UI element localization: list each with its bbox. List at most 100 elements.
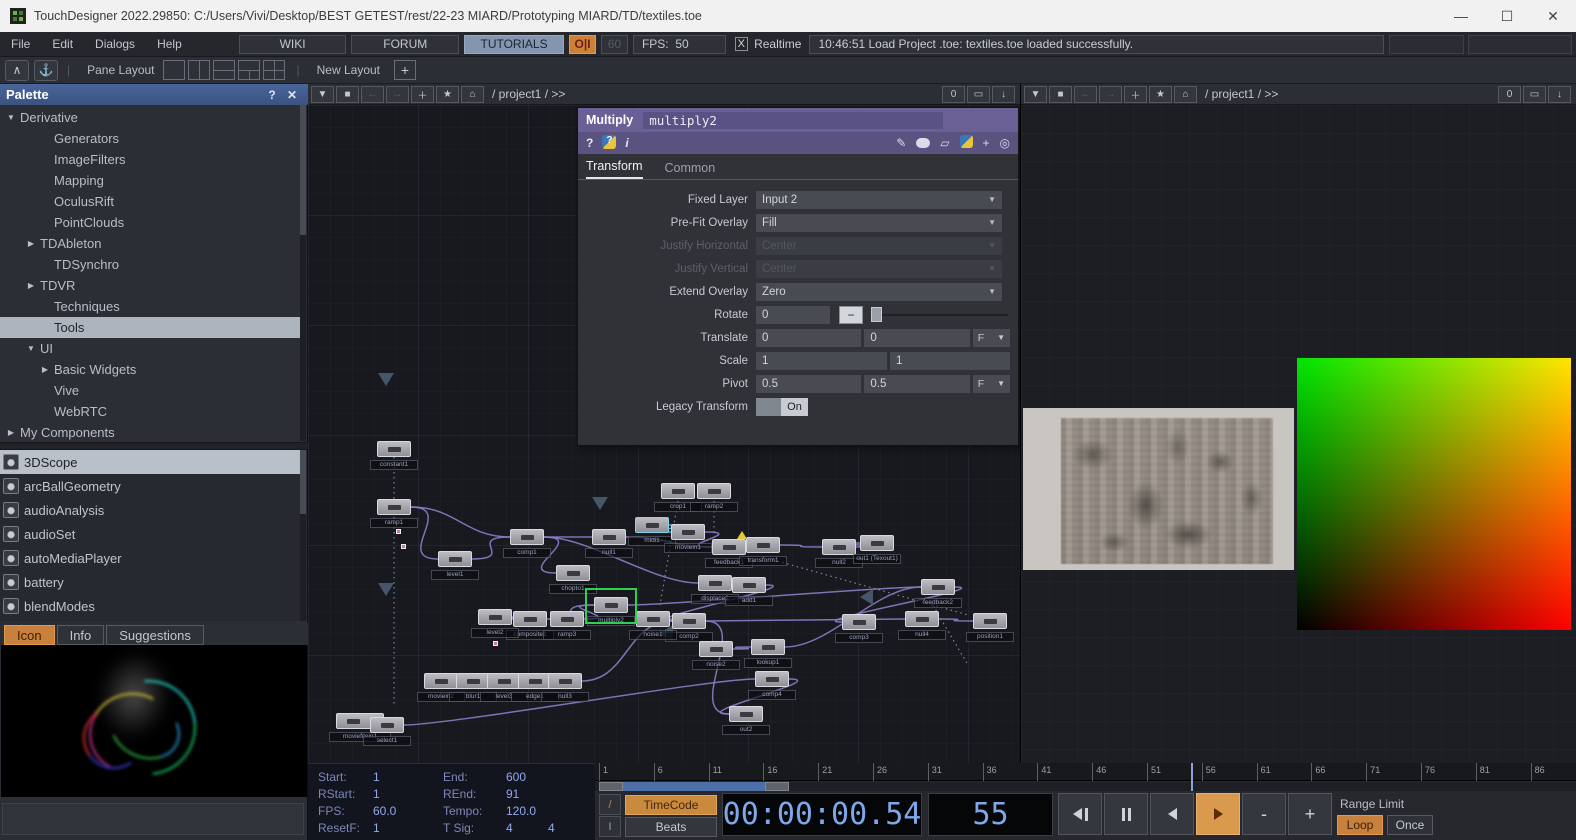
tree-item-my-components[interactable]: ▶My Components	[0, 422, 300, 441]
timecode-mode-button[interactable]: TimeCode	[625, 795, 717, 815]
component-item-battery[interactable]: battery	[0, 570, 300, 594]
menu-dialogs[interactable]: Dialogs	[84, 37, 146, 51]
skip-start-button[interactable]	[1058, 793, 1102, 835]
node-chopto1[interactable]: chopto1	[556, 565, 590, 581]
pane-maximize-icon[interactable]: ▭	[967, 86, 990, 103]
node-comp3[interactable]: comp3	[842, 614, 876, 630]
node-noise1[interactable]: noise1	[636, 611, 670, 627]
node-noise2[interactable]: noise2	[699, 641, 733, 657]
texture-viewer[interactable]	[1023, 408, 1294, 570]
pane-maximize-icon[interactable]: ▭	[1523, 86, 1546, 103]
add-icon[interactable]: ＋	[1124, 86, 1147, 103]
parameter-dialog-titlebar[interactable]: Multiply multiply2	[578, 108, 1018, 132]
timeline-field-value[interactable]: 4	[506, 821, 513, 835]
param-value-field[interactable]: 0	[864, 329, 969, 347]
timeline-field-value[interactable]: 1	[373, 821, 380, 835]
slider-track[interactable]	[882, 314, 1008, 316]
palette-tab-info[interactable]: Info	[57, 625, 105, 645]
python-icon[interactable]	[960, 135, 973, 151]
tree-item-pointclouds[interactable]: PointClouds	[0, 212, 300, 233]
uv-ramp-viewer[interactable]	[1297, 358, 1571, 630]
wipe-icon[interactable]: ▱	[940, 136, 949, 150]
node-feedback1[interactable]: feedback1	[712, 539, 746, 555]
node-constant1[interactable]: constant1	[377, 441, 411, 457]
timeline-field-value[interactable]: 600	[506, 770, 526, 784]
palette-divider[interactable]	[0, 442, 308, 450]
layout-preset-3[interactable]	[213, 60, 235, 80]
node-comp4[interactable]: comp4	[755, 671, 789, 687]
pane-collapse-icon[interactable]: ↓	[992, 86, 1015, 103]
tree-item-webrtc[interactable]: WebRTC	[0, 401, 300, 422]
node-ramp1[interactable]: ramp1	[377, 499, 411, 515]
node-feedback2[interactable]: feedback2	[921, 579, 955, 595]
component-item-blendModes[interactable]: blendModes	[0, 594, 300, 618]
info-icon[interactable]: i	[625, 136, 628, 150]
pane-collapse-icon[interactable]: ↓	[1548, 86, 1571, 103]
slider-handle[interactable]	[871, 307, 882, 322]
param-value-field[interactable]: 0	[756, 329, 861, 347]
node-moviein1[interactable]: moviein1	[671, 524, 705, 540]
viewer-zoom-value[interactable]: 0	[1498, 86, 1521, 103]
add-icon[interactable]: ＋	[411, 86, 434, 103]
range-handle-left[interactable]	[599, 782, 623, 791]
param-dropdown[interactable]: Fill▼	[756, 214, 1002, 232]
component-item-arcBallGeometry[interactable]: arcBallGeometry	[0, 474, 300, 498]
timeline-field-value[interactable]: 1	[373, 787, 380, 801]
maximize-pane-icon[interactable]: ∧	[5, 60, 29, 81]
operator-name-field[interactable]: multiply2	[643, 112, 943, 129]
timeline-field-value[interactable]: 1	[373, 770, 380, 784]
node-add1[interactable]: add1	[732, 577, 766, 593]
node-blur1[interactable]: blur1	[456, 673, 490, 689]
component-item-3DScope[interactable]: 3DScope	[0, 450, 300, 474]
param-value-field[interactable]: 1	[756, 352, 887, 370]
node-out1[interactable]: out1 (Texout1)	[860, 535, 894, 551]
forward-icon[interactable]: →	[386, 86, 409, 103]
play-forward-button[interactable]	[1196, 793, 1240, 835]
range-handle-right[interactable]	[765, 782, 789, 791]
node-ramp3[interactable]: ramp3	[550, 611, 584, 627]
timeline-scrollbar[interactable]	[595, 782, 1576, 791]
component-item-partial[interactable]	[0, 618, 300, 621]
tree-right-arrow-icon[interactable]: ▶	[6, 428, 16, 437]
tree-item-ui[interactable]: ▼UI	[0, 338, 300, 359]
node-lookup1[interactable]: lookup1	[751, 639, 785, 655]
tree-item-oculusrift[interactable]: OculusRift	[0, 191, 300, 212]
range-fill[interactable]	[623, 782, 765, 791]
node-position1[interactable]: position1	[973, 613, 1007, 629]
tree-item-vive[interactable]: Vive	[0, 380, 300, 401]
node-displace1[interactable]: displace1	[698, 575, 732, 591]
beats-mode-button[interactable]: Beats	[625, 817, 717, 837]
back-icon[interactable]: ←	[1074, 86, 1097, 103]
menu-file[interactable]: File	[0, 37, 41, 51]
node-comp2[interactable]: comp2	[672, 613, 706, 629]
tree-item-derivative[interactable]: ▼Derivative	[0, 107, 300, 128]
tree-item-mapping[interactable]: Mapping	[0, 170, 300, 191]
close-button[interactable]: ✕	[1530, 0, 1576, 32]
timeline-field-value[interactable]: 4	[548, 821, 555, 835]
tree-down-arrow-icon[interactable]: ▼	[6, 113, 16, 122]
layout-preset-1[interactable]	[163, 60, 185, 80]
realtime-checkbox[interactable]: X	[735, 37, 749, 51]
tree-item-tools[interactable]: Tools	[0, 317, 300, 338]
timeline-mode-i-button[interactable]: I	[599, 816, 621, 837]
menu-help[interactable]: Help	[146, 37, 193, 51]
param-unit-dropdown[interactable]: F▼	[973, 329, 1010, 347]
tree-right-arrow-icon[interactable]: ▶	[26, 281, 36, 290]
help-icon[interactable]: ?	[586, 136, 593, 150]
palette-list-scrollbar[interactable]	[300, 450, 306, 621]
node-transform1[interactable]: transform1	[746, 537, 780, 553]
pane-type-dropdown[interactable]: ▼	[311, 86, 334, 103]
network-path[interactable]: / project1 / >>	[492, 87, 565, 101]
tree-item-basic-widgets[interactable]: ▶Basic Widgets	[0, 359, 300, 380]
python-help-icon[interactable]: ?	[602, 135, 616, 152]
loop-button[interactable]: Loop	[1337, 815, 1383, 835]
midi-oi-button[interactable]: O|I	[569, 35, 596, 54]
param-dropdown[interactable]: Input 2▼	[756, 191, 1002, 209]
param-value-field[interactable]: 0	[756, 306, 830, 324]
param-value-field[interactable]: 1	[890, 352, 1010, 370]
node-level1[interactable]: level1	[438, 551, 472, 567]
play-reverse-button[interactable]	[1150, 793, 1194, 835]
bookmark-star-icon[interactable]: ★	[436, 86, 459, 103]
node-out2[interactable]: out2	[729, 706, 763, 722]
node-crop1[interactable]: crop1	[661, 483, 695, 499]
